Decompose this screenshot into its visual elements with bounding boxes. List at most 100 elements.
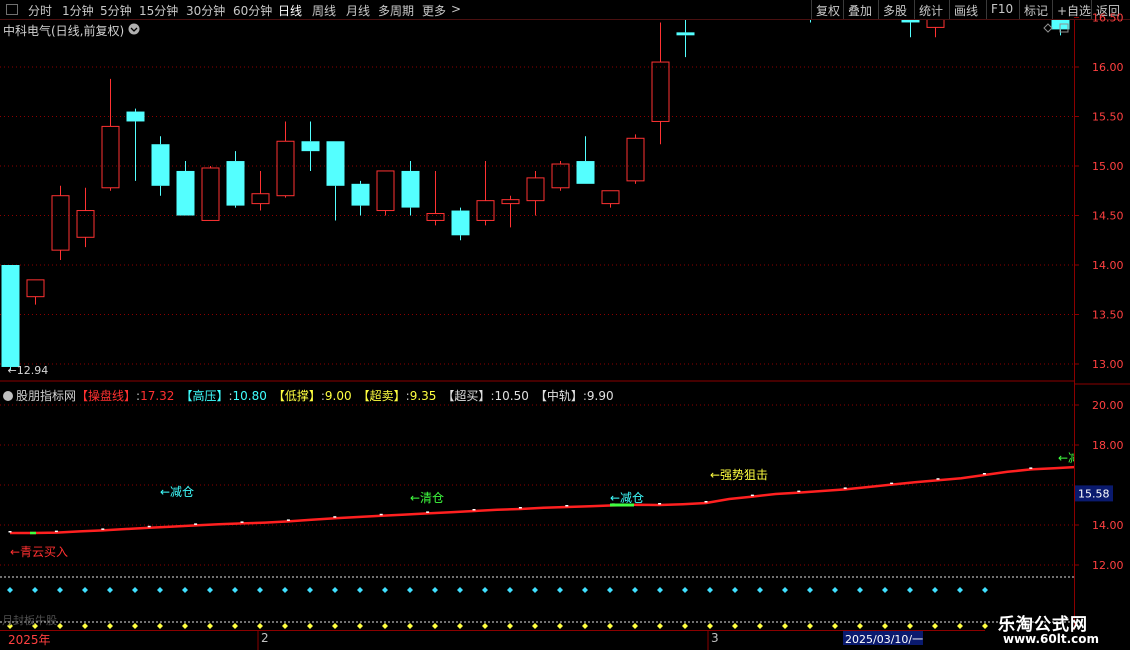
candle[interactable] <box>626 134 645 184</box>
signal-diamond-yellow <box>207 623 213 629</box>
candle[interactable] <box>651 22 670 145</box>
candle[interactable] <box>451 207 470 241</box>
signal-diamond-cyan <box>457 587 463 593</box>
candle[interactable] <box>1 265 20 370</box>
candle-body <box>501 199 520 205</box>
indicator-param-value-4: 10.50 <box>494 389 529 403</box>
line-marker <box>194 523 198 525</box>
candle[interactable] <box>326 141 345 221</box>
toolbar-button-0[interactable]: 复权 <box>816 2 840 19</box>
candlestick-chart[interactable]: ↖19.55←12.94 <box>0 20 1074 382</box>
line-marker <box>936 478 940 480</box>
period-tab-7[interactable]: 周线 <box>312 2 336 19</box>
indicator-tick-label: 18.00 <box>1092 439 1124 452</box>
signal-diamond-cyan <box>757 587 763 593</box>
signal-diamond-yellow <box>257 623 263 629</box>
period-tab-4[interactable]: 30分钟 <box>186 2 225 19</box>
candle[interactable] <box>176 161 195 216</box>
candle[interactable] <box>301 121 320 171</box>
signal-diamond-cyan <box>82 587 88 593</box>
period-tab-8[interactable]: 月线 <box>346 2 370 19</box>
period-tab-0[interactable]: 分时 <box>28 2 52 19</box>
candle[interactable] <box>501 195 520 228</box>
period-tab-6[interactable]: 日线 <box>278 2 302 19</box>
toolbar-button-4[interactable]: 画线 <box>954 2 978 19</box>
candle[interactable] <box>401 161 420 216</box>
signal-diamond-cyan <box>507 587 513 593</box>
signal-diamond-yellow <box>882 623 888 629</box>
period-tab-9[interactable]: 多周期 <box>378 2 414 19</box>
signal-diamond-yellow <box>407 623 413 629</box>
period-tab-10[interactable]: 更多 <box>422 2 446 19</box>
candle[interactable] <box>276 121 295 198</box>
indicator-tick-label: 20.00 <box>1092 399 1124 412</box>
candle[interactable] <box>926 20 945 38</box>
indicator-chart[interactable]: ←减仓 ←清仓 ←减仓 ←强势狙击 ←青云买入 ←减 <box>0 386 1074 630</box>
candle[interactable] <box>101 78 120 191</box>
line-marker <box>240 521 244 523</box>
price-axis: 19.0018.5018.0017.5017.0016.5016.0015.50… <box>1074 12 1130 630</box>
candle[interactable] <box>426 170 445 226</box>
toolbar-button-2[interactable]: 多股 <box>883 2 907 19</box>
candle[interactable] <box>76 187 95 248</box>
period-tab-1[interactable]: 1分钟 <box>62 2 94 19</box>
period-tab-5[interactable]: 60分钟 <box>233 2 272 19</box>
candle[interactable] <box>802 20 820 23</box>
signal-diamond-cyan <box>907 587 913 593</box>
line-marker <box>333 516 337 518</box>
candle[interactable] <box>901 20 920 38</box>
candle[interactable] <box>51 185 70 261</box>
candle[interactable] <box>126 108 145 181</box>
indicator-param-name-0: 【操盘线】 <box>76 389 137 403</box>
line-marker <box>565 505 569 507</box>
watermark-url: www.60lt.com <box>1003 632 1100 646</box>
price-tick-label: 15.00 <box>1092 160 1124 173</box>
toolbar-button-6[interactable]: 标记 <box>1024 2 1048 19</box>
candle[interactable] <box>226 151 245 208</box>
candle[interactable] <box>676 20 695 58</box>
line-marker <box>8 531 12 533</box>
line-marker <box>147 525 151 528</box>
candle[interactable] <box>26 279 45 305</box>
toolbar-button-3[interactable]: 统计 <box>919 2 943 19</box>
candle[interactable] <box>251 170 270 211</box>
candle[interactable] <box>376 170 395 216</box>
signal-diamond-cyan <box>207 587 213 593</box>
indicator-param-name-3: 【超卖】 <box>357 389 406 403</box>
candle[interactable] <box>526 170 545 216</box>
signal-diamond-cyan <box>482 587 488 593</box>
signal-diamond-yellow <box>807 623 813 629</box>
chevron-down-circle-icon[interactable] <box>128 23 140 35</box>
signal-diamond-yellow <box>782 623 788 629</box>
signal-diamond-yellow <box>657 623 663 629</box>
period-tab-3[interactable]: 15分钟 <box>139 2 178 19</box>
indicator-param-value-3: 9.35 <box>409 389 437 403</box>
line-marker <box>286 519 290 521</box>
signal-diamond-yellow <box>157 623 163 629</box>
strip-label: 月封板牛股 <box>2 614 57 627</box>
candle[interactable] <box>151 136 170 196</box>
diamond-icon[interactable] <box>1043 23 1053 33</box>
candle[interactable] <box>201 166 220 221</box>
more-chevron-icon[interactable]: > <box>451 2 461 16</box>
signal-diamond-cyan <box>807 587 813 593</box>
toolbar-button-1[interactable]: 叠加 <box>848 2 872 19</box>
indicator-dropdown-icon[interactable] <box>3 391 13 401</box>
signal-diamond-yellow <box>532 623 538 629</box>
date-axis: 2025年 2 3 2025/03/10/一 <box>0 630 985 650</box>
signal-diamond-cyan <box>932 587 938 593</box>
toolbar-button-5[interactable]: F10 <box>991 2 1013 16</box>
signal-diamond-cyan <box>432 587 438 593</box>
signal-diamond-cyan <box>557 587 563 593</box>
line-marker <box>843 487 847 489</box>
signal-diamond-cyan <box>407 587 413 593</box>
signal-annotation: ←减仓 <box>610 491 644 505</box>
candle-body <box>526 177 545 202</box>
period-tab-2[interactable]: 5分钟 <box>100 2 132 19</box>
menu-icon[interactable] <box>6 4 18 15</box>
candle[interactable] <box>576 136 595 184</box>
candle[interactable] <box>601 190 620 208</box>
candle[interactable] <box>476 161 495 226</box>
signal-diamond-cyan <box>157 587 163 593</box>
candle[interactable] <box>351 180 370 216</box>
